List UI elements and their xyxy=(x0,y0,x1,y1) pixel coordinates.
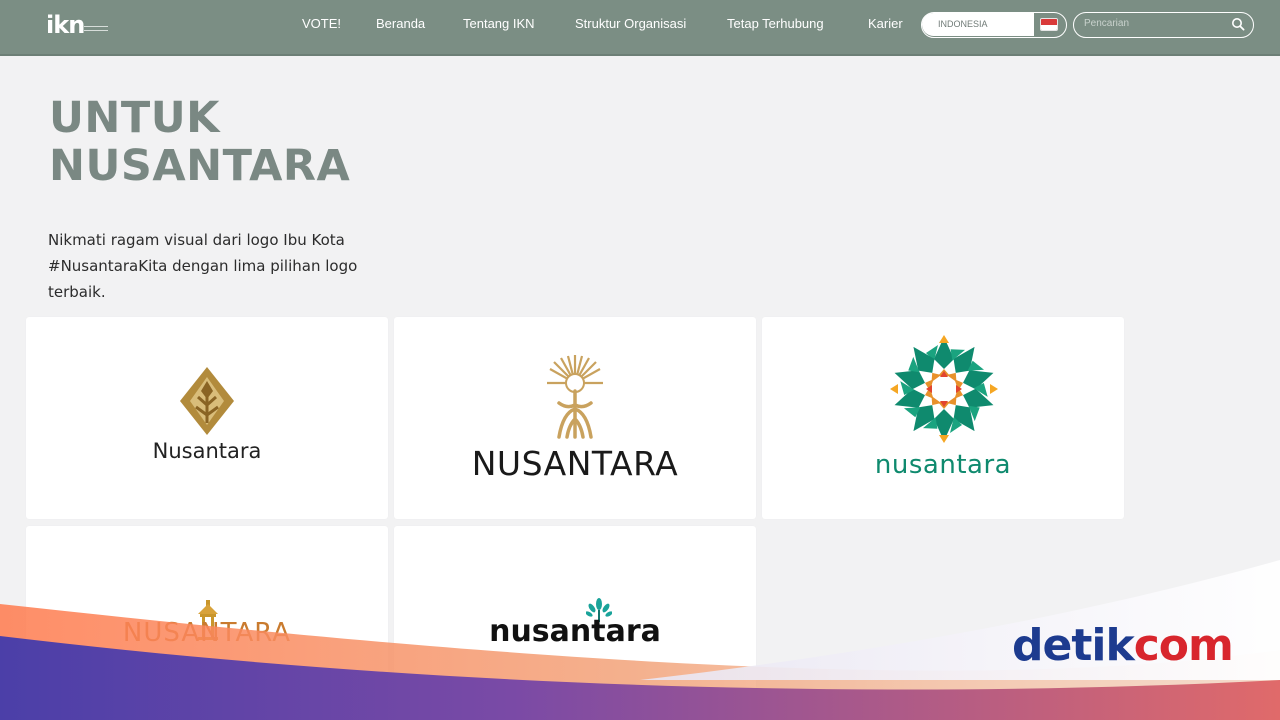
nav-item-tetap-terhubung[interactable]: Tetap Terhubung xyxy=(727,16,824,34)
green-orange-flower-icon xyxy=(889,335,999,443)
logo-wordmark-3: nusantara xyxy=(874,450,1012,480)
search-input[interactable]: Pencarian xyxy=(1084,18,1129,29)
nav-item-karier[interactable]: Karier xyxy=(868,16,903,34)
nav-item-struktur-organisasi[interactable]: Struktur Organisasi xyxy=(575,16,686,34)
language-label: INDONESIA xyxy=(938,19,988,29)
page-title-line1: UNTUK xyxy=(49,93,220,143)
gold-sun-tree-icon xyxy=(547,355,603,439)
logo-card-1[interactable]: Nusantara xyxy=(26,317,388,519)
logo-wordmark-1: Nusantara xyxy=(152,439,262,463)
ikn-logo[interactable]: ikn xyxy=(46,10,116,42)
logo-wordmark-2: NUSANTARA xyxy=(471,444,679,483)
watermark-detik: detik xyxy=(1012,620,1135,671)
top-nav: ikn VOTE! Beranda Tentang IKN Struktur O… xyxy=(0,0,1280,56)
indonesia-flag-icon xyxy=(1040,18,1058,31)
page-title-line2: NUSANTARA xyxy=(49,141,351,191)
ikn-logo-tagline xyxy=(84,26,108,31)
gold-diamond-tree-icon xyxy=(180,367,234,435)
search-box[interactable]: Pencarian xyxy=(1073,12,1254,38)
page-title: UNTUK NUSANTARA xyxy=(49,94,469,190)
logo-card-3[interactable]: nusantara xyxy=(762,317,1124,519)
nav-item-tentang-ikn[interactable]: Tentang IKN xyxy=(463,16,535,34)
language-selector[interactable]: INDONESIA xyxy=(921,12,1067,38)
page-description: Nikmati ragam visual dari logo Ibu Kota … xyxy=(48,231,358,301)
watermark-com: com xyxy=(1133,620,1234,671)
search-icon[interactable] xyxy=(1231,17,1245,31)
nav-item-beranda[interactable]: Beranda xyxy=(376,16,425,34)
ikn-logo-text: ikn xyxy=(46,11,85,39)
detikcom-watermark: detikcom xyxy=(1012,616,1234,676)
logo-card-2[interactable]: NUSANTARA xyxy=(394,317,756,519)
nav-item-vote[interactable]: VOTE! xyxy=(302,16,341,34)
